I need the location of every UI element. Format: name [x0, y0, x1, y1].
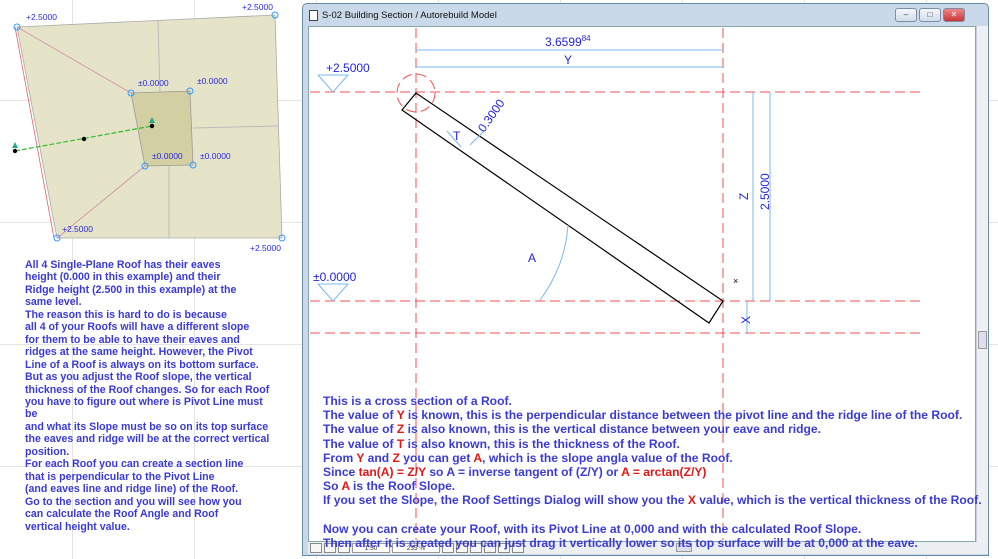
text-line: ridges at the same height. However, the … — [25, 346, 253, 359]
highlight-text: X — [687, 493, 696, 508]
text-segment: This is a cross section of a Roof. — [323, 394, 512, 408]
text-line: thickness of the Roof changes. So for ea… — [25, 383, 270, 396]
text-segment: is known, this is the perpendicular dist… — [404, 408, 963, 423]
text-line: From Y and Z you can get A, which is the… — [323, 451, 982, 465]
text-line: All 4 Single-Plane Roof has their eaves — [25, 259, 221, 271]
layer-icon[interactable] — [310, 543, 322, 553]
text-line: Go to the section and you will see how y… — [25, 495, 242, 508]
left-explanation-text: All 4 Single-Plane Roof has their eaves h… — [25, 259, 300, 533]
text-segment: If you set the Slope, the Roof Settings … — [323, 493, 688, 508]
text-segment: Since — [323, 465, 359, 480]
text-line: The value of T is also known, this is th… — [323, 437, 982, 451]
section-explanation-text: This is a cross section of a Roof. The va… — [323, 394, 982, 550]
text-segment: is the Roof Slope. — [349, 479, 456, 494]
level-label: +2.5000 — [242, 2, 273, 12]
text-line: the eaves and ridge will be at the corre… — [25, 433, 270, 446]
document-icon — [309, 9, 318, 21]
level-label: ±0.0000 — [200, 151, 231, 161]
text-line: all 4 of your Roofs will have a differen… — [25, 321, 250, 334]
highlight-text: Y — [396, 408, 405, 423]
close-button[interactable]: ✕ — [943, 8, 965, 22]
text-line: same level. — [25, 296, 82, 309]
level-label: ±0.0000 — [152, 151, 183, 161]
text-line: and what its Slope must be so on its top… — [25, 420, 269, 433]
text-line: height (0.000 in this example) and their — [25, 271, 221, 284]
level-label: +2.5000 — [62, 224, 93, 234]
text-line: can calculate the Roof Angle and Roof — [25, 508, 219, 521]
level-label: ±0.0000 — [138, 78, 169, 88]
text-line: position. — [25, 445, 70, 458]
text-segment: Now you can create your Roof, with its P… — [323, 521, 862, 536]
text-segment: The value of — [323, 408, 397, 423]
text-segment: is also known, this is the thickness of … — [404, 436, 680, 451]
maximize-button[interactable]: □ — [919, 8, 941, 22]
highlight-text: tan(A) = Z/Y — [358, 465, 426, 480]
text-segment: is also known, this is the vertical dist… — [404, 422, 822, 437]
text-segment: Then after it is created you can just dr… — [323, 536, 918, 551]
text-line: The value of Z is also known, this is th… — [323, 422, 982, 436]
text-segment — [323, 508, 326, 522]
highlight-text: A — [473, 450, 483, 465]
text-segment: From — [323, 450, 357, 465]
text-line: vertical height value. — [25, 520, 130, 533]
text-segment: value, which is the vertical thickness o… — [695, 493, 982, 508]
title-bar[interactable]: S-02 Building Section / Autorebuild Mode… — [303, 4, 988, 26]
floor-plan-view: +2.5000 +2.5000 +2.5000 +2.5000 ±0.0000 … — [12, 2, 286, 253]
text-segment: The value of — [323, 436, 397, 451]
text-line: Ridge height (2.500 in this example) at … — [25, 283, 237, 296]
text-line: that is perpendicular to the Pivot Line — [25, 470, 215, 483]
text-line: Then after it is created you can just dr… — [323, 536, 982, 550]
level-label: +2.5000 — [250, 243, 281, 253]
window-title: S-02 Building Section / Autorebuild Mode… — [322, 9, 497, 21]
text-line: For each Roof you can create a section l… — [25, 458, 244, 471]
text-line: So A is the Roof Slope. — [323, 479, 982, 493]
text-segment: The value of — [323, 422, 397, 437]
text-segment: and — [364, 450, 393, 465]
text-line: If you set the Slope, the Roof Settings … — [323, 493, 982, 507]
text-line: Since tan(A) = Z/Y so A = inverse tangen… — [323, 465, 982, 479]
text-line: (and eaves line and ridge line) of the R… — [25, 483, 239, 496]
text-segment: So — [323, 479, 342, 494]
text-segment: you can get — [399, 450, 474, 465]
text-line: you have to figure out where is Pivot Li… — [25, 395, 263, 408]
text-line: Line of a Roof is always on its bottom s… — [25, 358, 259, 371]
text-line: for them to be able to have their eaves … — [25, 333, 240, 346]
highlight-text: A = arctan(Z/Y) — [621, 465, 707, 480]
text-line: But as you adjust the Roof slope, the ve… — [25, 371, 252, 384]
highlight-text: A — [341, 479, 350, 494]
text-line: The reason this is hard to do is because — [25, 308, 227, 321]
text-segment: , which is the slope angla value of the … — [482, 450, 733, 465]
text-line: This is a cross section of a Roof. — [323, 394, 982, 408]
text-line: Now you can create your Roof, with its P… — [323, 522, 982, 536]
level-label: +2.5000 — [26, 12, 57, 22]
level-label: ±0.0000 — [197, 76, 228, 86]
text-line — [323, 508, 982, 522]
text-line: be — [25, 408, 38, 421]
text-segment: so A = inverse tangent of (Z/Y) or — [425, 465, 622, 480]
highlight-text: Z — [392, 450, 400, 465]
minimize-button[interactable]: – — [895, 8, 917, 22]
text-line: The value of Y is known, this is the per… — [323, 408, 982, 422]
